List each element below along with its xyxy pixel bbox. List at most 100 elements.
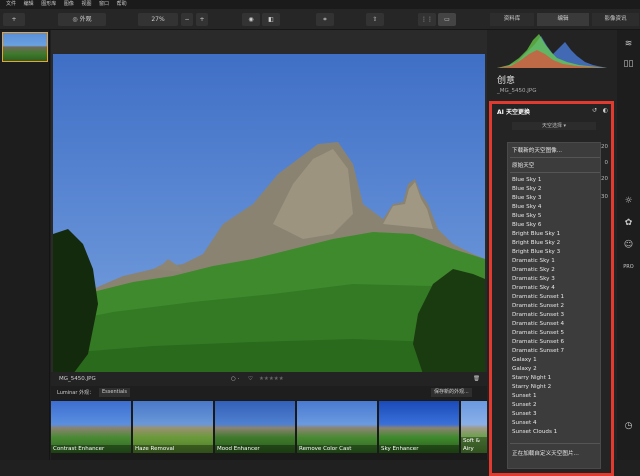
sky-option[interactable]: Blue Sky 4	[512, 204, 541, 210]
sky-option[interactable]: Blue Sky 3	[512, 195, 541, 201]
looks-bar: Luminar 外观： Essentials 保存新的外观...	[51, 386, 487, 400]
sky-option[interactable]: Starry Night 2	[512, 384, 551, 390]
edit-panel: 创意 _MG_5450.JPG AI 天空更换 ↺ ◐ 天空选择 ▾ 20 0 …	[487, 30, 617, 476]
zoom-out-button[interactable]: −	[181, 13, 193, 26]
panel-title: 创意	[497, 76, 516, 86]
sky-option[interactable]: Galaxy 2	[512, 366, 537, 372]
eye-icon: ◉	[248, 16, 254, 23]
sky-option[interactable]: Bright Blue Sky 3	[512, 249, 560, 255]
sky-option[interactable]: Sunset 4	[512, 420, 537, 426]
canvas-icon[interactable]: ▯▯	[621, 58, 636, 70]
sky-option[interactable]: Blue Sky 5	[512, 213, 541, 219]
tab-info[interactable]: 影像资讯	[592, 13, 639, 26]
crop-button[interactable]: ⌗	[316, 13, 334, 26]
menu-divider	[510, 172, 600, 173]
trash-icon[interactable]: 🗑	[473, 372, 480, 386]
sky-option[interactable]: Blue Sky 2	[512, 186, 541, 192]
zoom-in-button[interactable]: +	[196, 13, 208, 26]
single-view-button[interactable]: ▭	[438, 13, 456, 26]
share-button[interactable]: ⇧	[366, 13, 384, 26]
sky-option[interactable]: Bright Blue Sky 2	[512, 240, 560, 246]
toggle-icon[interactable]: ◐	[603, 107, 608, 114]
compare-button[interactable]: ◧	[262, 13, 280, 26]
look-label: Contrast Enhancer	[51, 445, 131, 453]
canvas-area: MG_5450.JPG ○ · ♡ ★★★★★ 🗑 Luminar 外观： Es…	[51, 30, 487, 460]
heart-icon[interactable]: ♡	[248, 372, 253, 386]
sky-option[interactable]: Sunset Clouds 1	[512, 429, 557, 435]
sky-selection-dropdown[interactable]: 天空选择 ▾	[512, 122, 596, 130]
save-look-button[interactable]: 保存新的外观...	[431, 388, 472, 397]
menu-file[interactable]: 文件	[6, 0, 16, 9]
sky-option[interactable]: Dramatic Sky 4	[512, 285, 555, 291]
layers-icon[interactable]: ≋	[621, 38, 636, 50]
menu-window[interactable]: 窗口	[99, 0, 109, 9]
add-button[interactable]: +	[3, 13, 25, 26]
look-label: 外观	[79, 16, 92, 23]
reset-icon[interactable]: ↺	[592, 107, 597, 114]
ai-sky-title[interactable]: AI 天空更换	[497, 107, 530, 116]
slider-value: 20	[601, 176, 608, 182]
image-filename: MG_5450.JPG	[59, 376, 96, 382]
tab-library[interactable]: 资料库	[490, 13, 534, 26]
sky-option[interactable]: Dramatic Sunset 4	[512, 321, 564, 327]
main-photo[interactable]	[53, 54, 485, 374]
grid-view-button[interactable]: ⋮⋮	[418, 13, 436, 26]
look-label: Mood Enhancer	[215, 445, 295, 453]
portrait-face-icon[interactable]: ☺	[621, 239, 636, 251]
preview-eye-button[interactable]: ◉	[242, 13, 260, 26]
sky-option[interactable]: Sunset 1	[512, 393, 537, 399]
sky-option[interactable]: Dramatic Sunset 7	[512, 348, 564, 354]
filmstrip	[0, 30, 50, 460]
creative-palette-icon[interactable]: ✿	[621, 217, 636, 229]
slider-value: 30	[601, 194, 608, 200]
sky-option[interactable]: Dramatic Sunset 1	[512, 294, 564, 300]
sky-option[interactable]: Dramatic Sunset 2	[512, 303, 564, 309]
pro-icon[interactable]: PRO	[621, 261, 636, 273]
look-thumbnail[interactable]: Remove Color Cast	[297, 401, 377, 453]
menu-library[interactable]: 图形库	[41, 0, 56, 9]
look-thumbnail[interactable]: Soft & Airy	[461, 401, 487, 453]
sky-option[interactable]: Dramatic Sunset 3	[512, 312, 564, 318]
sky-option[interactable]: Blue Sky 6	[512, 222, 541, 228]
look-thumbnail[interactable]: Haze Removal	[133, 401, 213, 453]
sky-option[interactable]: Galaxy 1	[512, 357, 537, 363]
look-thumbnail[interactable]: Sky Enhancer	[379, 401, 459, 453]
slider-value: 20	[601, 144, 608, 150]
history-clock-icon[interactable]: ◷	[621, 420, 636, 432]
essentials-sun-icon[interactable]: ☼	[621, 195, 636, 207]
menu-view[interactable]: 视图	[81, 0, 91, 9]
sky-option[interactable]: Dramatic Sunset 6	[512, 339, 564, 345]
look-button[interactable]: ◎ 外观	[58, 13, 106, 26]
menu-load-custom-sky[interactable]: 正在加载自定义天空图片...	[512, 449, 579, 457]
sky-option[interactable]: Dramatic Sky 1	[512, 258, 555, 264]
rating-stars[interactable]: ★★★★★	[259, 372, 284, 386]
sky-option[interactable]: Blue Sky 1	[512, 177, 541, 183]
histogram	[497, 32, 607, 68]
look-label: Soft & Airy	[461, 437, 487, 453]
sky-option[interactable]: Sunset 3	[512, 411, 537, 417]
sky-option[interactable]: Bright Blue Sky 1	[512, 231, 560, 237]
looks-label: Luminar 外观：	[57, 390, 95, 396]
sky-option[interactable]: Sunset 2	[512, 402, 537, 408]
crop-icon: ⌗	[323, 16, 327, 23]
sky-option[interactable]: Dramatic Sky 3	[512, 276, 555, 282]
sky-option[interactable]: Starry Night 1	[512, 375, 551, 381]
menu-original-sky[interactable]: 原始天空	[512, 161, 534, 169]
tab-edit[interactable]: 编辑	[537, 13, 589, 26]
thumbnail-selected[interactable]	[2, 32, 48, 62]
menu-image[interactable]: 图像	[64, 0, 74, 9]
flag-control[interactable]: ○ ·	[231, 372, 239, 386]
look-label: Haze Removal	[133, 445, 213, 453]
menu-help[interactable]: 帮助	[117, 0, 127, 9]
sky-option[interactable]: Dramatic Sunset 5	[512, 330, 564, 336]
slider-value: 0	[604, 160, 609, 166]
look-thumbnail[interactable]: Contrast Enhancer	[51, 401, 131, 453]
photo-landscape-image	[53, 54, 485, 374]
panel-filename: _MG_5450.JPG	[497, 88, 537, 94]
look-thumbnail[interactable]: Mood Enhancer	[215, 401, 295, 453]
looks-category-select[interactable]: Essentials	[99, 388, 131, 397]
menu-edit[interactable]: 编辑	[24, 0, 34, 9]
menu-download-skies[interactable]: 下载新的天空图像...	[512, 146, 562, 154]
zoom-select[interactable]: 27%	[138, 13, 178, 26]
sky-option[interactable]: Dramatic Sky 2	[512, 267, 555, 273]
